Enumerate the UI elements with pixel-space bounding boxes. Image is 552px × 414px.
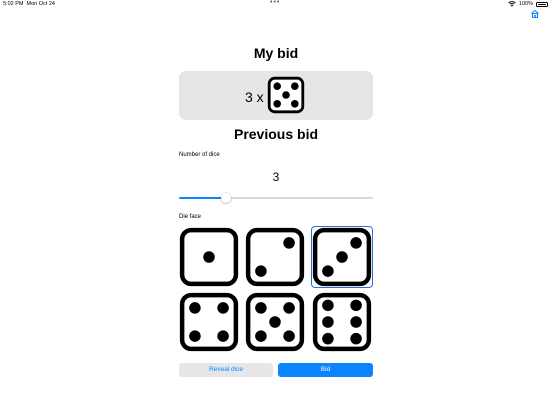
- wifi-icon: [508, 1, 516, 7]
- status-bar: 5:02 PM Mon Oct 24 ••• 100%: [0, 0, 552, 10]
- die-pip: [255, 302, 267, 314]
- die-face-1-button[interactable]: [177, 225, 241, 289]
- die-face-3-button[interactable]: [310, 225, 374, 289]
- number-of-dice-slider[interactable]: [179, 193, 373, 203]
- die-pip: [189, 330, 201, 342]
- die-face-6-button[interactable]: [310, 290, 374, 354]
- die-pip: [273, 82, 281, 90]
- die-pip: [291, 100, 299, 108]
- die-pip: [322, 332, 334, 345]
- die-pip: [255, 265, 267, 277]
- die-face-3-icon: [312, 227, 372, 287]
- bid-button[interactable]: Bid: [278, 363, 373, 377]
- slider-fill: [179, 197, 226, 199]
- die-pip: [350, 332, 362, 345]
- die-pip: [283, 237, 295, 249]
- die-face-5-button[interactable]: [243, 290, 307, 354]
- die-face-1-icon: [179, 227, 239, 287]
- my-bid-die-face-5-icon: [266, 75, 306, 115]
- status-date-text: Mon Oct 24: [26, 1, 55, 7]
- die-pip: [269, 316, 281, 328]
- die-pip: [350, 316, 362, 328]
- number-of-dice-label: Number of dice: [179, 152, 220, 158]
- status-right: 100%: [508, 1, 548, 7]
- die-pip: [217, 302, 229, 314]
- previous-bid-title: Previous bid: [233, 126, 319, 142]
- status-time: 5:02 PM Mon Oct 24: [3, 1, 55, 7]
- reveal-dice-button[interactable]: Reveal dice: [179, 363, 273, 377]
- die-face-4-icon: [179, 292, 239, 352]
- die-pip: [291, 82, 299, 90]
- die-pip: [322, 316, 334, 328]
- die-pip: [283, 302, 295, 314]
- die-face-2-icon: [245, 227, 305, 287]
- my-bid-title: My bid: [253, 45, 299, 61]
- battery-percent: 100%: [518, 1, 533, 7]
- die-pip: [217, 330, 229, 342]
- die-pip: [350, 237, 362, 249]
- die-pip: [350, 299, 362, 312]
- die-face-5-icon: [245, 292, 305, 352]
- status-time-text: 5:02 PM: [3, 1, 24, 7]
- my-bid-box: 3 x: [179, 71, 373, 120]
- die-pip: [255, 330, 267, 342]
- my-bid-count: 3 x: [245, 89, 264, 105]
- home-icon[interactable]: [530, 9, 540, 19]
- die-pip: [189, 302, 201, 314]
- die-pip: [283, 330, 295, 342]
- die-pip: [282, 91, 290, 99]
- die-face-label: Die face: [179, 214, 202, 220]
- die-pip: [322, 265, 334, 277]
- die-face-5-icon: [267, 76, 305, 114]
- die-pip: [273, 100, 281, 108]
- die-pip: [336, 251, 348, 263]
- number-of-dice-value: 3: [272, 170, 280, 184]
- die-face-6-icon: [312, 292, 372, 352]
- slider-thumb[interactable]: [220, 193, 231, 203]
- multitasking-dots[interactable]: •••: [270, 0, 280, 6]
- die-face-4-button[interactable]: [177, 290, 241, 354]
- die-pip: [203, 251, 215, 263]
- battery-icon: [536, 1, 548, 7]
- die-pip: [322, 299, 334, 312]
- die-face-2-button[interactable]: [243, 225, 307, 289]
